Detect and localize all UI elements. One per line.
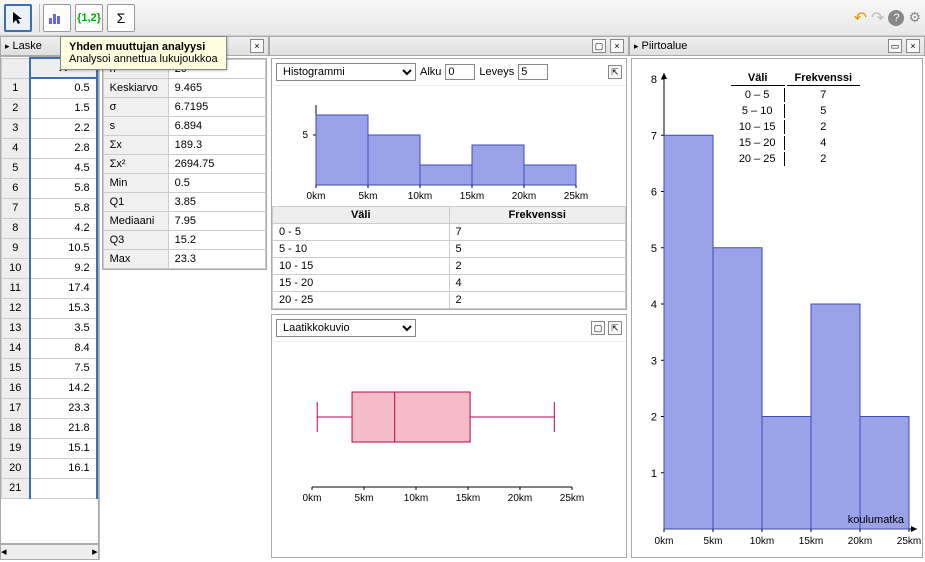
settings-icon[interactable]: ⚙ bbox=[908, 9, 921, 26]
svg-text:15km: 15km bbox=[799, 536, 823, 547]
one-var-analysis-tool[interactable] bbox=[43, 4, 71, 32]
stats-table: n20Keskiarvo9.465σ6.7195s6.894Σx189.3Σx²… bbox=[102, 58, 267, 270]
window-icon[interactable]: ▭ bbox=[888, 39, 902, 53]
svg-text:0km: 0km bbox=[303, 493, 322, 504]
svg-text:20km: 20km bbox=[512, 191, 536, 202]
tooltip: Yhden muuttujan analyysi Analysoi annett… bbox=[60, 36, 227, 70]
move-tool[interactable] bbox=[4, 4, 32, 32]
graphics-freq-table: VäliFrekvenssi 0 – 575 – 10510 – 15215 –… bbox=[729, 69, 862, 168]
expand-icon[interactable]: ⇱ bbox=[608, 65, 622, 79]
alku-input[interactable] bbox=[445, 64, 475, 80]
graphics-header: ▸Piirtoalue ▭ × bbox=[629, 36, 925, 56]
sum-tool[interactable]: Σ bbox=[107, 4, 135, 32]
svg-text:15km: 15km bbox=[456, 493, 480, 504]
spreadsheet[interactable]: A 10.521.532.242.854.565.875.884.2910.51… bbox=[0, 56, 99, 544]
undo-icon[interactable]: ↶ bbox=[854, 8, 867, 28]
redo-icon[interactable]: ↷ bbox=[871, 8, 884, 28]
scroll-right[interactable]: ▸ bbox=[92, 545, 98, 559]
svg-text:5km: 5km bbox=[359, 191, 378, 202]
svg-text:20km: 20km bbox=[848, 536, 872, 547]
expand-icon[interactable]: ⇱ bbox=[608, 321, 622, 335]
svg-text:2: 2 bbox=[651, 412, 657, 424]
help-icon[interactable]: ? bbox=[888, 10, 904, 26]
svg-text:5km: 5km bbox=[704, 536, 723, 547]
svg-text:25km: 25km bbox=[897, 536, 921, 547]
svg-text:5: 5 bbox=[302, 130, 308, 141]
boxplot-type-select[interactable]: Laatikkokuvio bbox=[276, 319, 416, 337]
svg-text:10km: 10km bbox=[750, 536, 774, 547]
svg-text:0km: 0km bbox=[655, 536, 674, 547]
chart-type-select[interactable]: Histogrammi bbox=[276, 63, 416, 81]
svg-text:25km: 25km bbox=[560, 493, 584, 504]
graphics-view[interactable]: 1 2 3 4 5 6 7 8 0km 5km 10km 15km 20km 25km koulumatka… bbox=[631, 58, 923, 558]
svg-text:15km: 15km bbox=[460, 191, 484, 202]
svg-text:4: 4 bbox=[651, 299, 657, 311]
mid-header: ▢ × bbox=[269, 36, 629, 56]
popout-icon[interactable]: ▢ bbox=[591, 321, 605, 335]
svg-text:0km: 0km bbox=[307, 191, 326, 202]
svg-text:7: 7 bbox=[651, 130, 657, 142]
svg-text:5km: 5km bbox=[355, 493, 374, 504]
svg-text:20km: 20km bbox=[508, 493, 532, 504]
leveys-label: Leveys bbox=[479, 66, 514, 78]
svg-text:6: 6 bbox=[651, 187, 657, 199]
frequency-table: VäliFrekvenssi 0 - 575 - 10510 - 15215 -… bbox=[272, 206, 626, 309]
svg-text:3: 3 bbox=[651, 355, 657, 367]
close-icon[interactable]: × bbox=[610, 39, 624, 53]
popout-icon[interactable]: ▢ bbox=[592, 39, 606, 53]
svg-text:koulumatka: koulumatka bbox=[848, 514, 905, 526]
svg-text:8: 8 bbox=[651, 74, 657, 86]
boxplot-chart: 0km5km10km15km20km25km bbox=[272, 342, 626, 472]
svg-text:5: 5 bbox=[651, 243, 657, 255]
svg-text:25km: 25km bbox=[564, 191, 588, 202]
leveys-input[interactable] bbox=[518, 64, 548, 80]
close-icon[interactable]: × bbox=[250, 39, 264, 53]
close-icon[interactable]: × bbox=[906, 39, 920, 53]
histogram-chart: 5 0km 5km 10km 15km 20km 25km bbox=[272, 86, 626, 206]
svg-text:10km: 10km bbox=[404, 493, 428, 504]
svg-text:10km: 10km bbox=[408, 191, 432, 202]
alku-label: Alku bbox=[420, 66, 441, 78]
boxplot-panel: Laatikkokuvio ▢ ⇱ 0km5km10km15km20km25km bbox=[271, 314, 627, 558]
list-tool[interactable]: {1,2} bbox=[75, 4, 103, 32]
main-toolbar: {1,2} Σ ↶ ↷ ? ⚙ bbox=[0, 0, 925, 36]
histogram-panel: Histogrammi Alku Leveys ⇱ 5 0km 5km 10km 15k… bbox=[271, 58, 627, 310]
svg-text:1: 1 bbox=[651, 468, 657, 480]
